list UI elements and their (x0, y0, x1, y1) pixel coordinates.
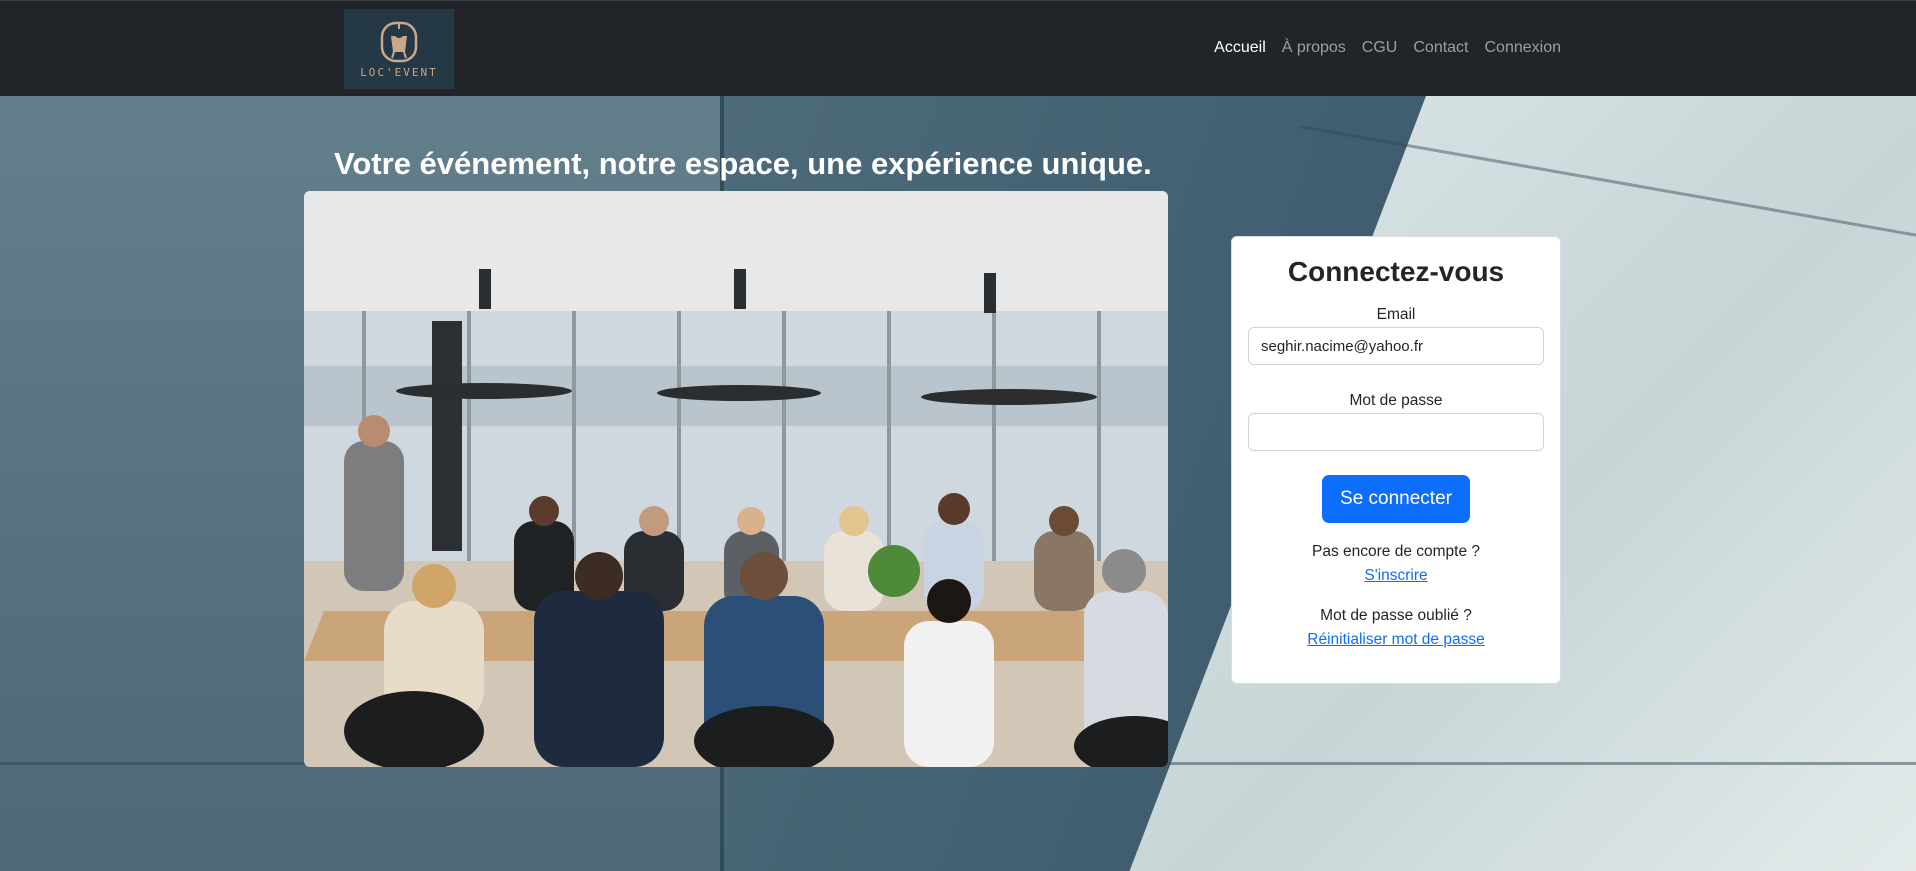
brand-logo[interactable]: LOC'EVENT (344, 9, 454, 89)
nav-link-cgu[interactable]: CGU (1362, 39, 1398, 57)
login-button[interactable]: Se connecter (1322, 475, 1470, 523)
signup-link-container: S'inscrire (1232, 567, 1560, 585)
nav-menu: Accueil À propos CGU Contact Connexion (1214, 39, 1561, 57)
reset-password-link[interactable]: Réinitialiser mot de passe (1307, 631, 1484, 648)
brand-name: LOC'EVENT (360, 65, 438, 79)
nav-link-connexion[interactable]: Connexion (1485, 39, 1562, 57)
reset-link-container: Réinitialiser mot de passe (1232, 631, 1560, 649)
no-account-text: Pas encore de compte ? (1311, 543, 1481, 560)
nav-link-contact[interactable]: Contact (1413, 39, 1468, 57)
meeting-photo-illustration (304, 191, 1168, 767)
email-label: Email (1376, 306, 1416, 323)
forgot-password-text: Mot de passe oublié ? (1320, 607, 1472, 624)
hero-title: Votre événement, notre espace, une expér… (334, 146, 1152, 181)
navbar: LOC'EVENT Accueil À propos CGU Contact C… (0, 0, 1916, 96)
login-card: Connectez-vous Email Mot de passe Se con… (1231, 236, 1561, 684)
chair-lamp-icon (380, 21, 418, 62)
login-title: Connectez-vous (1287, 256, 1505, 287)
meeting-photo (304, 191, 1168, 767)
password-label: Mot de passe (1349, 392, 1443, 409)
signup-link[interactable]: S'inscrire (1364, 567, 1427, 584)
nav-link-accueil[interactable]: Accueil (1214, 39, 1266, 57)
password-field[interactable] (1248, 413, 1544, 451)
email-field[interactable] (1248, 327, 1544, 365)
nav-link-a-propos[interactable]: À propos (1282, 39, 1346, 57)
page: LOC'EVENT Accueil À propos CGU Contact C… (0, 0, 1916, 871)
